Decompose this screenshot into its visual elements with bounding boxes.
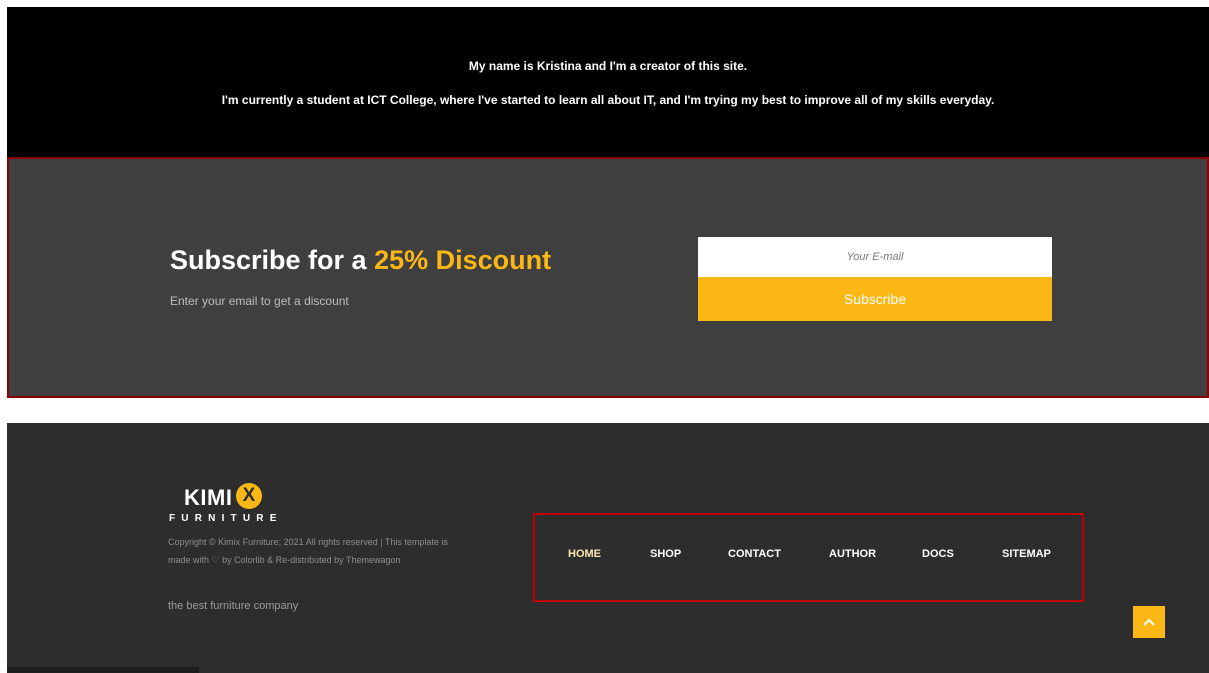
email-input[interactable] xyxy=(698,237,1052,277)
subscribe-description: Enter your email to get a discount xyxy=(170,294,349,308)
subscribe-section: Subscribe for a 25% Discount Enter your … xyxy=(7,157,1209,398)
nav-sitemap[interactable]: SITEMAP xyxy=(1002,548,1051,560)
logo-wordmark: KIMI xyxy=(184,485,233,510)
footer-nav: HOME SHOP CONTACT AUTHOR DOCS SITEMAP xyxy=(533,513,1084,602)
nav-home[interactable]: HOME xyxy=(568,548,601,560)
nav-shop[interactable]: SHOP xyxy=(650,548,681,560)
back-to-top-button[interactable] xyxy=(1133,606,1165,638)
discount-highlight: 25% Discount xyxy=(374,245,552,275)
about-section: My name is Kristina and I'm a creator of… xyxy=(7,7,1209,157)
logo-x-mark: X xyxy=(236,483,262,509)
nav-contact[interactable]: CONTACT xyxy=(728,548,781,560)
subscribe-heading: Subscribe for a 25% Discount xyxy=(170,245,551,276)
logo-subtitle: FURNITURE xyxy=(169,513,283,524)
nav-author[interactable]: AUTHOR xyxy=(829,548,876,560)
subscribe-button[interactable]: Subscribe xyxy=(698,277,1052,321)
site-footer: KIMI X FURNITURE Copyright © Kimix Furni… xyxy=(7,423,1209,673)
company-tagline: the best furniture company xyxy=(168,600,299,612)
about-intro-text: My name is Kristina and I'm a creator of… xyxy=(468,59,748,73)
kimix-logo[interactable]: KIMI X FURNITURE xyxy=(167,483,287,527)
browser-status-bar xyxy=(7,667,199,673)
nav-docs[interactable]: DOCS xyxy=(922,548,954,560)
copyright-text: Copyright © Kimix Furniture; 2021 All ri… xyxy=(168,537,448,565)
chevron-up-icon xyxy=(1143,618,1155,626)
about-detail-text: I'm currently a student at ICT College, … xyxy=(221,93,995,107)
subscribe-heading-prefix: Subscribe for a xyxy=(170,245,375,275)
